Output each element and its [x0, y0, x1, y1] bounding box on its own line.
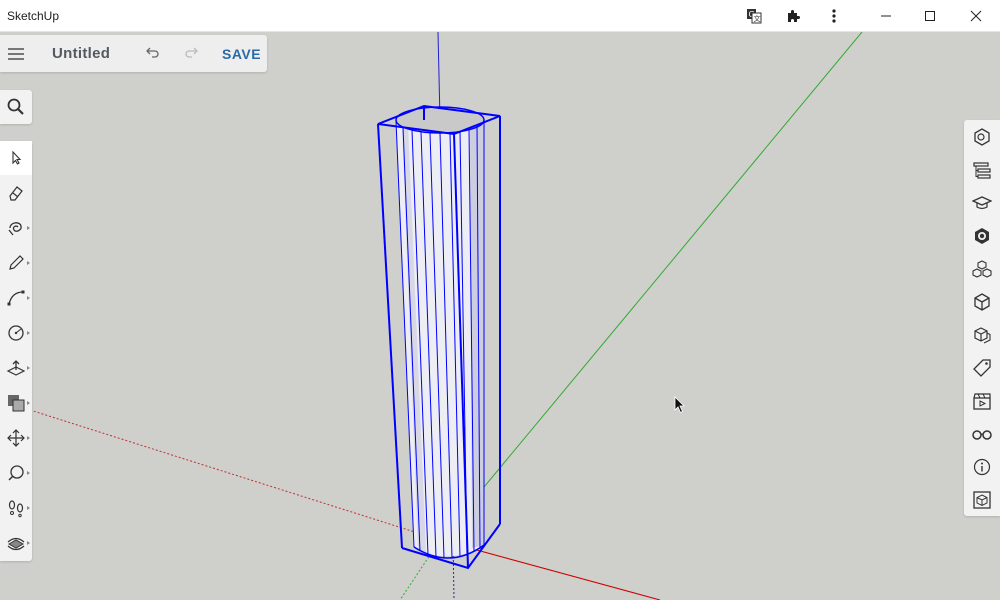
components-button[interactable] — [964, 252, 1000, 285]
more-vert-icon[interactable] — [814, 0, 854, 32]
components-icon — [972, 259, 992, 278]
outliner-icon — [973, 161, 991, 179]
display-button[interactable] — [964, 417, 1000, 450]
app-title: SketchUp — [7, 9, 60, 23]
instructor-button[interactable] — [964, 186, 1000, 219]
entity-info-button[interactable] — [964, 120, 1000, 153]
search-icon — [7, 98, 24, 115]
maximize-icon[interactable] — [910, 0, 950, 32]
minimize-icon[interactable] — [866, 0, 906, 32]
select-arrow-icon — [12, 150, 22, 165]
right-panels-toolbar — [964, 120, 1000, 516]
save-button[interactable]: SAVE — [222, 46, 261, 62]
mouse-cursor-icon — [674, 396, 686, 419]
glasses-icon — [972, 429, 992, 440]
arc-icon — [7, 290, 25, 306]
graduation-cap-icon — [972, 195, 992, 209]
push-pull-tool[interactable] — [0, 351, 32, 385]
paint-bucket-icon — [8, 222, 22, 236]
move-icon — [7, 429, 25, 447]
move-tool[interactable] — [0, 421, 32, 455]
window-titlebar: SketchUp G文 — [0, 0, 1000, 32]
orbit-icon — [7, 537, 25, 551]
eraser-icon — [9, 186, 23, 201]
materials-button[interactable] — [964, 219, 1000, 252]
model-scene[interactable] — [0, 32, 1000, 600]
document-title[interactable]: Untitled — [52, 45, 110, 62]
close-icon[interactable] — [956, 0, 996, 32]
left-toolbar — [0, 141, 32, 561]
solid-inspector-button[interactable] — [964, 483, 1000, 516]
scenes-button[interactable] — [964, 384, 1000, 417]
hamburger-icon[interactable] — [6, 44, 26, 64]
tape-measure-tool[interactable] — [0, 456, 32, 490]
redo-icon[interactable] — [183, 44, 201, 62]
info-button[interactable] — [964, 450, 1000, 483]
orbit-tool[interactable] — [0, 526, 32, 560]
circle-icon — [8, 325, 24, 341]
extensions-icon[interactable] — [774, 0, 814, 32]
walk-tool[interactable] — [0, 491, 32, 525]
translate-icon[interactable]: G文 — [734, 0, 774, 32]
undo-icon[interactable] — [143, 44, 161, 62]
cube-icon — [974, 292, 990, 311]
scenes-3d-button[interactable] — [964, 318, 1000, 351]
pencil-icon — [9, 255, 24, 270]
circle-tool[interactable] — [0, 316, 32, 350]
document-header: Untitled SAVE — [0, 35, 267, 72]
eraser-tool[interactable] — [0, 176, 32, 210]
entity-info-icon — [974, 127, 990, 146]
materials-icon — [975, 227, 989, 244]
offset-tool[interactable] — [0, 386, 32, 420]
arc-tool[interactable] — [0, 281, 32, 315]
tape-measure-icon — [8, 465, 24, 481]
search-button[interactable] — [0, 90, 32, 124]
clapperboard-icon — [973, 392, 991, 410]
footprints-icon — [8, 500, 24, 518]
styles-button[interactable] — [964, 285, 1000, 318]
svg-text:文: 文 — [754, 14, 761, 23]
offset-icon — [8, 395, 25, 412]
model-viewport[interactable] — [0, 32, 1000, 600]
select-tool[interactable] — [0, 141, 32, 175]
push-pull-icon — [6, 360, 26, 376]
cylinder-model[interactable] — [377, 104, 501, 570]
tags-button[interactable] — [964, 351, 1000, 384]
tag-icon — [973, 358, 991, 377]
paint-bucket-tool[interactable] — [0, 211, 32, 245]
solid-inspector-icon — [973, 490, 991, 509]
pencil-tool[interactable] — [0, 246, 32, 280]
info-icon — [973, 458, 991, 475]
outliner-button[interactable] — [964, 153, 1000, 186]
green-axis — [439, 32, 863, 541]
box-stack-icon — [974, 326, 991, 343]
red-axis-negative — [29, 409, 441, 541]
